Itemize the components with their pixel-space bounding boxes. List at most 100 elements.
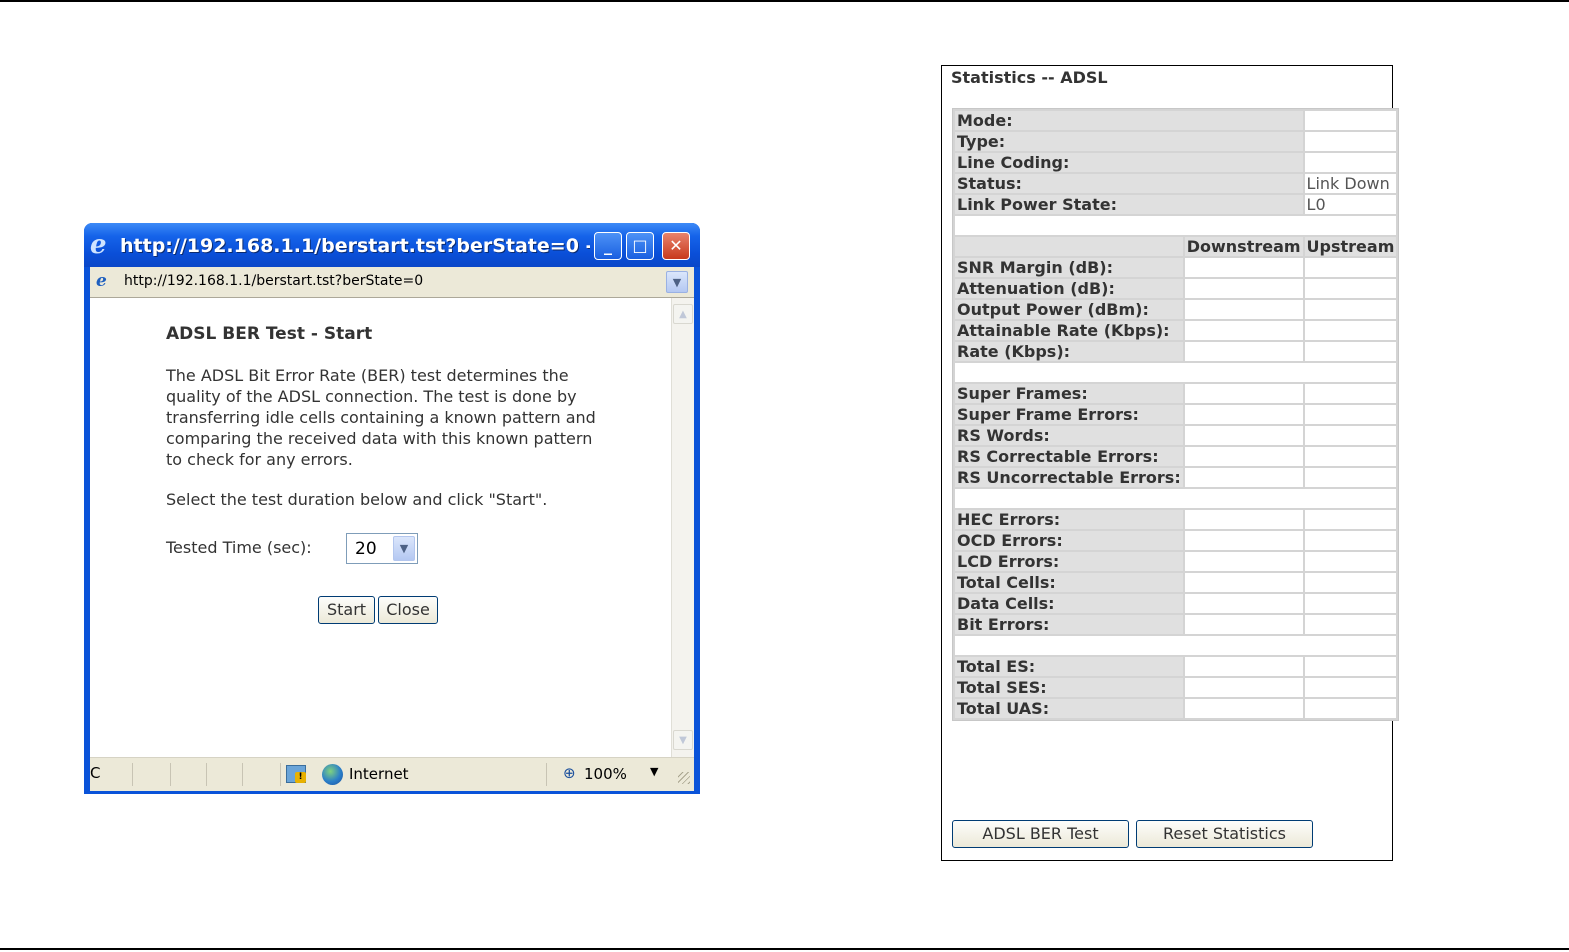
row-label: HEC Errors: xyxy=(955,510,1183,529)
spacer-cell xyxy=(955,363,1397,382)
spacer-row xyxy=(955,363,1397,382)
upstream-value xyxy=(1304,321,1397,340)
spacer-cell xyxy=(955,489,1397,508)
ie-logo-icon: e xyxy=(90,230,107,260)
close-button[interactable]: Close xyxy=(378,596,438,624)
upstream-value xyxy=(1304,552,1397,571)
downstream-value xyxy=(1184,657,1303,676)
window-titlebar[interactable]: e http://192.168.1.1/berstart.tst?berSta… xyxy=(84,223,700,267)
upstream-value xyxy=(1304,426,1397,445)
row-label: Type: xyxy=(955,132,1303,151)
row-label: RS Words: xyxy=(955,426,1183,445)
reset-statistics-button[interactable]: Reset Statistics xyxy=(1136,820,1313,848)
row-label: Attainable Rate (Kbps): xyxy=(955,321,1183,340)
adsl-statistics-table: Mode: Type: Line Coding: Status: Link Down Li… xyxy=(952,108,1400,721)
downstream-value xyxy=(1184,468,1303,487)
upstream-value xyxy=(1304,258,1397,277)
row-label: OCD Errors: xyxy=(955,531,1183,550)
close-window-button[interactable]: ✕ xyxy=(662,232,690,260)
downstream-value xyxy=(1184,615,1303,634)
upstream-value xyxy=(1304,699,1397,718)
spacer-row xyxy=(955,216,1397,235)
row-value: L0 xyxy=(1304,195,1397,214)
table-row: Total UAS: xyxy=(955,699,1397,718)
table-row: Line Coding: xyxy=(955,153,1397,172)
status-separator xyxy=(132,763,133,786)
zoom-icon[interactable]: ⊕ xyxy=(563,764,576,782)
status-separator xyxy=(546,763,547,786)
downstream-header: Downstream xyxy=(1184,237,1303,256)
row-label: Output Power (dBm): xyxy=(955,300,1183,319)
scroll-down-icon[interactable]: ▼ xyxy=(673,730,693,750)
table-row: Output Power (dBm): xyxy=(955,300,1397,319)
header-blank-cell xyxy=(955,237,1183,256)
tested-time-select[interactable]: 20 ▼ xyxy=(346,533,418,564)
row-value xyxy=(1304,111,1397,130)
upstream-value xyxy=(1304,300,1397,319)
row-label: LCD Errors: xyxy=(955,552,1183,571)
vertical-scrollbar[interactable]: ▲ ▼ xyxy=(671,298,694,757)
table-row: Super Frames: xyxy=(955,384,1397,403)
downstream-value xyxy=(1184,594,1303,613)
row-label: SNR Margin (dB): xyxy=(955,258,1183,277)
upstream-value xyxy=(1304,279,1397,298)
table-row: RS Uncorrectable Errors: xyxy=(955,468,1397,487)
spacer-cell xyxy=(955,216,1397,235)
row-label: Total Cells: xyxy=(955,573,1183,592)
table-row: Total SES: xyxy=(955,678,1397,697)
upstream-value xyxy=(1304,594,1397,613)
upstream-value xyxy=(1304,531,1397,550)
row-label: Total SES: xyxy=(955,678,1183,697)
row-value: Link Down xyxy=(1304,174,1397,193)
row-label: Status: xyxy=(955,174,1303,193)
row-label: Line Coding: xyxy=(955,153,1303,172)
scroll-up-icon[interactable]: ▲ xyxy=(673,304,693,324)
downstream-value xyxy=(1184,300,1303,319)
downstream-value xyxy=(1184,552,1303,571)
table-row: Bit Errors: xyxy=(955,615,1397,634)
status-text: C xyxy=(90,764,101,782)
row-label: Mode: xyxy=(955,111,1303,130)
top-rule xyxy=(0,0,1569,2)
table-row: Type: xyxy=(955,132,1397,151)
downstream-value xyxy=(1184,342,1303,361)
row-label: Total UAS: xyxy=(955,699,1183,718)
column-header-row: Downstream Upstream xyxy=(955,237,1397,256)
minimize-button[interactable]: _ xyxy=(594,232,622,260)
row-label: Link Power State: xyxy=(955,195,1303,214)
popup-content: ADSL BER Test - Start The ADSL Bit Error… xyxy=(90,298,694,757)
upstream-value xyxy=(1304,573,1397,592)
stats-title: Statistics -- ADSL xyxy=(951,68,1108,87)
maximize-button[interactable]: □ xyxy=(626,232,654,260)
ber-instruction: Select the test duration below and click… xyxy=(166,490,548,509)
security-zone: Internet xyxy=(349,765,409,783)
start-button[interactable]: Start xyxy=(318,596,375,624)
status-separator xyxy=(242,763,243,786)
tested-time-value: 20 xyxy=(355,539,377,559)
status-separator xyxy=(170,763,171,786)
bottom-rule xyxy=(0,948,1569,950)
browser-popup-window: e http://192.168.1.1/berstart.tst?berSta… xyxy=(84,223,700,794)
address-dropdown-icon[interactable]: ▼ xyxy=(666,271,688,293)
downstream-value xyxy=(1184,321,1303,340)
status-separator xyxy=(206,763,207,786)
resize-grip-icon[interactable] xyxy=(678,772,690,784)
window-title: http://192.168.1.1/berstart.tst?berState… xyxy=(120,235,590,257)
chevron-down-icon[interactable]: ▼ xyxy=(393,536,415,561)
address-field[interactable]: http://192.168.1.1/berstart.tst?berState… xyxy=(124,273,423,289)
downstream-value xyxy=(1184,531,1303,550)
row-label: Data Cells: xyxy=(955,594,1183,613)
row-label: Bit Errors: xyxy=(955,615,1183,634)
upstream-value xyxy=(1304,657,1397,676)
table-row: Total ES: xyxy=(955,657,1397,676)
adsl-statistics-panel: Statistics -- ADSL Mode: Type: Line Coding… xyxy=(941,65,1400,861)
table-row: LCD Errors: xyxy=(955,552,1397,571)
upstream-value xyxy=(1304,615,1397,634)
table-row: SNR Margin (dB): xyxy=(955,258,1397,277)
ber-heading: ADSL BER Test - Start xyxy=(166,324,373,344)
zoom-level[interactable]: 100% xyxy=(584,765,627,783)
page-icon: e xyxy=(96,271,107,291)
upstream-value xyxy=(1304,510,1397,529)
adsl-ber-test-button[interactable]: ADSL BER Test xyxy=(952,820,1129,848)
zoom-dropdown-icon[interactable]: ▼ xyxy=(650,765,658,778)
